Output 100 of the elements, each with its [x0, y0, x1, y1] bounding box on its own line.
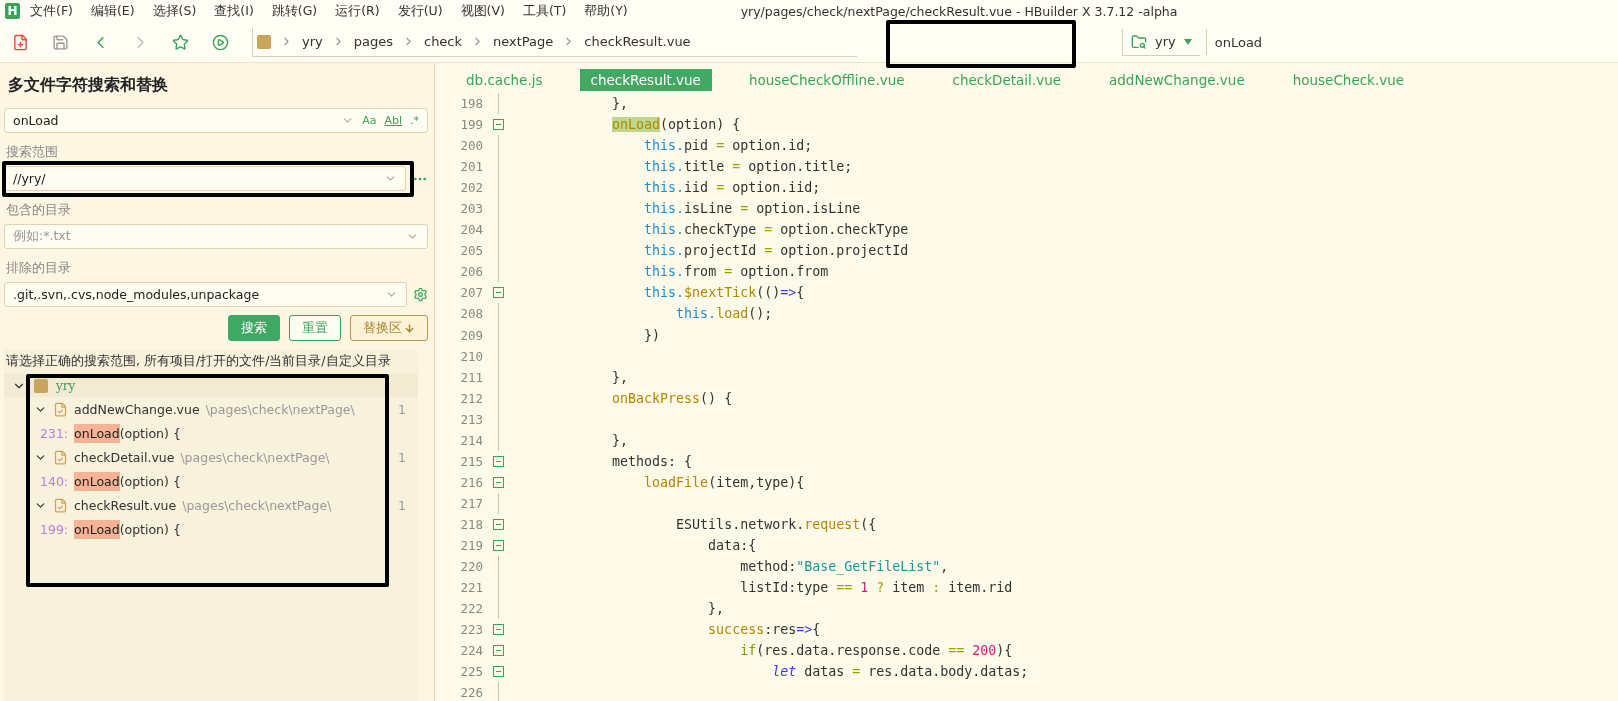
fold-icon[interactable]	[492, 624, 504, 636]
menu-item[interactable]: 发行(U)	[397, 2, 443, 20]
line-number: 222	[459, 601, 483, 617]
breadcrumb-item[interactable]: checkResult.vue	[584, 34, 691, 49]
menu-item[interactable]: 跳转(G)	[271, 2, 318, 20]
line-number: 200	[459, 138, 483, 154]
match-row[interactable]: 199: onLoad(option) {	[4, 517, 418, 541]
app-logo: H	[5, 3, 20, 19]
code-line: this.pid = option.id;	[643, 138, 813, 154]
line-number: 215	[459, 453, 483, 469]
menu-item[interactable]: 编辑(E)	[90, 2, 135, 20]
match-text: onLoad(option) {	[74, 473, 181, 489]
line-number: 217	[459, 495, 483, 511]
code-line: data:{	[707, 538, 757, 553]
match-text: onLoad(option) {	[74, 425, 181, 441]
code-line: this.isLine = option.isLine	[643, 201, 861, 217]
line-number: 219	[459, 538, 483, 553]
breadcrumb-item[interactable]: yry	[302, 34, 323, 49]
line-number: 207	[459, 285, 483, 301]
fold-icon[interactable]	[492, 455, 504, 467]
line-number: 199	[459, 117, 483, 133]
match-row[interactable]: 231: onLoad(option) {	[4, 421, 418, 445]
breadcrumb-item[interactable]: nextPage	[493, 34, 554, 49]
code-line: this.iid = option.iid;	[643, 180, 821, 196]
fold-icon[interactable]	[492, 645, 504, 657]
line-number: 206	[459, 264, 483, 280]
menu-item[interactable]: 查找(I)	[214, 2, 254, 20]
field-label: 搜索范围	[6, 144, 58, 161]
menu-item[interactable]: 视图(V)	[460, 2, 505, 20]
tree-item[interactable]: checkDetail.vue \pages\check\nextPage\ 1	[4, 445, 418, 469]
menu-item[interactable]: 选择(S)	[152, 2, 197, 20]
code-line: })	[643, 327, 661, 343]
window-title: yry/pages/check/nextPage/checkResult.vue - HBuilder X 3.7.12 -alpha	[740, 3, 1178, 19]
line-number: 218	[459, 516, 483, 532]
line-number: 208	[459, 306, 483, 322]
code-line: methods: {	[611, 453, 693, 469]
line-number: 212	[459, 390, 483, 406]
code-line: if(res.data.response.code == 200){	[739, 643, 1013, 659]
match-row[interactable]: 140: onLoad(option) {	[4, 469, 418, 493]
line-number: 216	[459, 474, 483, 490]
tree-item[interactable]: addNewChange.vue \pages\check\nextPage\ 1	[4, 397, 418, 421]
exclude-field[interactable]: .git,.svn,.cvs,node_modules,unpackage	[4, 282, 407, 307]
file-name: addNewChange.vue	[74, 401, 200, 417]
line-number: 210	[459, 348, 483, 364]
code-line: success:res=>{	[707, 622, 821, 638]
fold-icon[interactable]	[492, 518, 504, 530]
menu-item[interactable]: 帮助(Y)	[584, 2, 628, 20]
line-number: 214	[459, 432, 483, 448]
fold-icon[interactable]	[492, 540, 504, 551]
line-number: 220	[459, 559, 483, 575]
code-line: this.from = option.from	[643, 264, 829, 280]
line-number: 213	[459, 411, 483, 427]
file-icon	[53, 401, 68, 417]
arrow-down-icon	[404, 322, 415, 334]
code-line: ESUtils.network.request({	[675, 516, 877, 532]
panel-title: 多文件字符搜索和替换	[8, 75, 169, 96]
match-count: 1	[398, 497, 406, 513]
line-number: 203	[459, 201, 483, 217]
project-selector[interactable]: yry	[1122, 28, 1200, 56]
fold-icon[interactable]	[492, 476, 504, 488]
line-number: 205	[459, 243, 483, 259]
hint-text: 请选择正确的搜索范围, 所有项目/打开的文件/当前目录/自定义目录	[5, 352, 392, 370]
line-number: 231:	[40, 425, 69, 441]
file-path: \pages\check\nextPage\	[182, 497, 333, 513]
settings-icon[interactable]	[413, 287, 428, 302]
code-line: onLoad(option) {	[611, 117, 741, 133]
menu-item[interactable]: 工具(T)	[522, 2, 567, 20]
scope-field[interactable]: //yry/	[4, 166, 406, 191]
line-number: 140:	[40, 473, 69, 489]
fold-icon[interactable]	[492, 666, 504, 678]
fold-icon[interactable]	[492, 119, 504, 131]
file-path: \pages\check\nextPage\	[205, 401, 356, 417]
code-line: loadFile(item,type){	[643, 474, 805, 490]
line-number: 204	[459, 222, 483, 238]
line-number: 211	[459, 369, 483, 385]
menu-item[interactable]: 运行(R)	[335, 2, 380, 20]
code-line: onBackPress() {	[611, 390, 733, 406]
line-number: 225	[459, 664, 483, 680]
fold-icon[interactable]	[492, 287, 504, 299]
line-number: 201	[459, 159, 483, 175]
field-label: 排除的目录	[6, 260, 71, 277]
menu-item[interactable]: 文件(F)	[30, 2, 73, 20]
breadcrumb-item[interactable]: check	[424, 34, 463, 49]
line-number: 226	[459, 685, 483, 701]
file-path: \pages\check\nextPage\	[180, 449, 331, 465]
caret-icon	[1183, 38, 1192, 45]
line-number: 224	[459, 643, 483, 659]
file-name: checkDetail.vue	[74, 449, 175, 465]
project-icon	[257, 34, 271, 49]
folder-search-icon	[1131, 33, 1147, 50]
code-line: },	[611, 369, 629, 385]
match-count: 1	[398, 449, 406, 465]
code-line: method:"Base_GetFileList",	[739, 559, 949, 575]
code-line: },	[707, 601, 725, 617]
project-icon	[34, 378, 48, 393]
tree-item[interactable]: checkResult.vue \pages\check\nextPage\ 1	[4, 493, 418, 517]
code-line: listId:type == 1 ? item : item.rid	[739, 580, 1013, 596]
code-line: this.load();	[675, 306, 773, 322]
search-field[interactable]: onLoad	[1205, 29, 1271, 55]
breadcrumb-item[interactable]: pages	[353, 34, 393, 49]
